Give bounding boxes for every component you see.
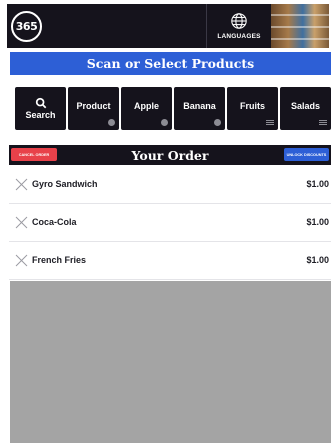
order-list: Gyro Sandwich $1.00 Coca-Cola $1.00 Fren… bbox=[9, 166, 331, 280]
search-button[interactable]: Search bbox=[15, 87, 66, 130]
order-title: Your Order bbox=[131, 147, 209, 163]
item-price: $1.00 bbox=[306, 255, 329, 265]
unlock-discounts-label: UNLOCK DISCOUNTS bbox=[286, 152, 327, 157]
order-header: CANCEL ORDER Your Order UNLOCK DISCOUNTS bbox=[9, 145, 331, 165]
category-label: Apple bbox=[133, 100, 159, 111]
top-header: 365 LANGUAGES bbox=[7, 4, 329, 48]
category-product[interactable]: Product bbox=[68, 87, 119, 130]
order-item-row: French Fries $1.00 bbox=[9, 242, 331, 280]
empty-order-area bbox=[10, 281, 331, 443]
cancel-order-button[interactable]: CANCEL ORDER bbox=[11, 148, 57, 161]
order-item-row: Gyro Sandwich $1.00 bbox=[9, 166, 331, 204]
item-price: $1.00 bbox=[306, 217, 329, 227]
indicator-dot-icon bbox=[161, 119, 168, 126]
menu-lines-icon bbox=[319, 120, 327, 125]
category-label: Fruits bbox=[239, 100, 265, 111]
search-button-label: Search bbox=[25, 110, 56, 120]
item-name: Gyro Sandwich bbox=[32, 179, 98, 189]
item-name: Coca-Cola bbox=[32, 217, 77, 227]
category-salads[interactable]: Salads bbox=[280, 87, 331, 130]
item-name: French Fries bbox=[32, 255, 87, 265]
close-icon[interactable] bbox=[15, 254, 28, 267]
scan-select-banner: Scan or Select Products bbox=[10, 52, 331, 75]
logo-text: 365 bbox=[15, 20, 38, 33]
scan-select-title: Scan or Select Products bbox=[86, 56, 255, 71]
languages-label: LANGUAGES bbox=[217, 33, 261, 40]
order-item-row: Coca-Cola $1.00 bbox=[9, 204, 331, 242]
category-label: Product bbox=[76, 100, 111, 111]
item-price: $1.00 bbox=[306, 179, 329, 189]
close-icon[interactable] bbox=[15, 216, 28, 229]
category-banana[interactable]: Banana bbox=[174, 87, 225, 130]
category-fruits[interactable]: Fruits bbox=[227, 87, 278, 130]
globe-icon bbox=[231, 13, 247, 29]
languages-button[interactable]: LANGUAGES bbox=[206, 4, 271, 48]
category-apple[interactable]: Apple bbox=[121, 87, 172, 130]
search-icon bbox=[35, 97, 46, 109]
indicator-dot-icon bbox=[214, 119, 221, 126]
category-label: Banana bbox=[183, 100, 216, 111]
close-icon[interactable] bbox=[15, 178, 28, 191]
category-label: Salads bbox=[290, 100, 321, 111]
store-shelves-photo bbox=[271, 4, 329, 48]
indicator-dot-icon bbox=[108, 119, 115, 126]
menu-lines-icon bbox=[266, 120, 274, 125]
unlock-discounts-button[interactable]: UNLOCK DISCOUNTS bbox=[284, 148, 329, 161]
cancel-order-label: CANCEL ORDER bbox=[18, 152, 50, 157]
logo-365: 365 bbox=[11, 11, 42, 42]
